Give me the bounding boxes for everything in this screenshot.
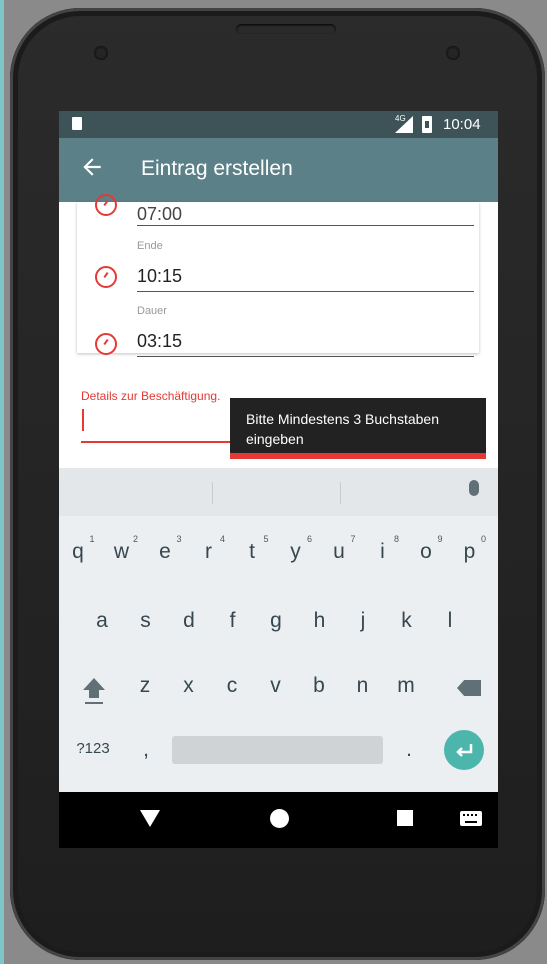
key-hint: 4	[219, 534, 225, 544]
end-label: Ende	[137, 240, 163, 252]
tooltip-line1: Bitte Mindestens 3 Buchstaben	[246, 411, 440, 427]
suggestion-divider	[340, 482, 341, 504]
end-time-value[interactable]: 10:15	[137, 266, 182, 287]
key-g[interactable]: g	[261, 609, 291, 633]
key-s[interactable]: s	[131, 609, 161, 633]
tooltip-accent	[230, 453, 486, 459]
key-j[interactable]: j	[348, 609, 378, 633]
speaker-grille	[236, 24, 336, 34]
device-screen: 4G 10:04 Eintrag erstellen 07:00 Ende 10…	[59, 111, 498, 848]
suggestion-divider	[212, 482, 213, 504]
key-f[interactable]: f	[218, 609, 248, 633]
sd-card-icon	[72, 117, 82, 130]
navigation-bar	[59, 792, 498, 848]
form-area: 07:00 Ende 10:15 Dauer 03:15 Details zur…	[59, 194, 498, 468]
key-hint: 7	[350, 534, 356, 544]
key-hint: 8	[393, 534, 399, 544]
nav-recents-icon[interactable]	[397, 810, 413, 826]
window-border	[0, 0, 4, 964]
key-hint: 1	[89, 534, 95, 544]
page-title: Eintrag erstellen	[141, 157, 293, 180]
keyboard-icon[interactable]	[460, 811, 482, 826]
status-bar: 4G 10:04	[59, 111, 498, 138]
key-d[interactable]: d	[174, 609, 204, 633]
mic-icon[interactable]	[469, 480, 479, 496]
start-time-underline	[137, 225, 474, 226]
suggestion-strip	[59, 468, 498, 516]
sensor-icon	[94, 46, 108, 60]
duration-underline	[137, 356, 474, 357]
app-bar: Eintrag erstellen	[59, 138, 498, 202]
clock-icon	[95, 333, 117, 355]
key-x[interactable]: x	[174, 674, 204, 698]
shift-icon[interactable]	[81, 676, 107, 706]
enter-icon	[456, 744, 473, 757]
time-card: 07:00 Ende 10:15 Dauer 03:15	[77, 194, 479, 357]
key-a[interactable]: a	[87, 609, 117, 633]
start-time-value[interactable]: 07:00	[137, 204, 182, 225]
key-hint: 6	[306, 534, 312, 544]
status-time: 10:04	[443, 116, 481, 133]
nav-home-icon[interactable]	[270, 809, 289, 828]
space-key[interactable]	[172, 736, 383, 764]
end-time-underline	[137, 291, 474, 292]
key-hint: 0	[480, 534, 486, 544]
error-tooltip: Bitte Mindestens 3 Buchstaben eingeben	[230, 398, 486, 455]
front-camera-icon	[446, 46, 460, 60]
key-hint: 3	[176, 534, 182, 544]
key-l[interactable]: l	[435, 609, 465, 633]
key-c[interactable]: c	[217, 674, 247, 698]
key-m[interactable]: m	[391, 674, 421, 698]
comma-key[interactable]: ,	[131, 738, 161, 762]
signal-icon	[395, 116, 413, 133]
enter-key[interactable]	[444, 730, 484, 770]
duration-value[interactable]: 03:15	[137, 331, 182, 352]
clock-icon	[95, 194, 117, 216]
duration-label: Dauer	[137, 305, 167, 317]
key-v[interactable]: v	[261, 674, 291, 698]
key-hint: 9	[437, 534, 443, 544]
key-hint: 5	[263, 534, 269, 544]
key-k[interactable]: k	[392, 609, 422, 633]
key-hint: 2	[132, 534, 138, 544]
nav-back-icon[interactable]	[140, 810, 160, 828]
soft-keyboard: q1w2e3r4t5y6u7i8o9p0 asdfghjkl zxcvbnm ?…	[59, 468, 498, 792]
key-z[interactable]: z	[130, 674, 160, 698]
battery-icon	[422, 116, 432, 133]
backspace-icon[interactable]	[457, 680, 481, 696]
tooltip-line2: eingeben	[246, 431, 304, 447]
period-key[interactable]: .	[394, 738, 424, 762]
back-arrow-icon[interactable]	[79, 154, 105, 180]
key-n[interactable]: n	[348, 674, 378, 698]
key-h[interactable]: h	[305, 609, 335, 633]
details-label: Details zur Beschäftigung.	[81, 389, 221, 403]
key-b[interactable]: b	[304, 674, 334, 698]
clock-icon	[95, 266, 117, 288]
symbols-key[interactable]: ?123	[73, 740, 113, 757]
